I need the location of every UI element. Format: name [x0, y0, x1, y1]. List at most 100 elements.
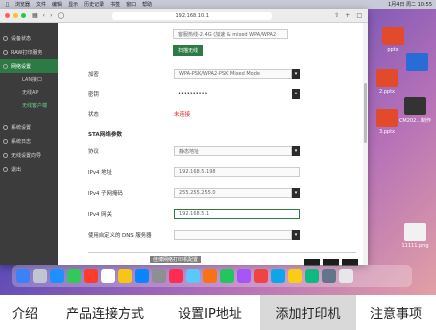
sidebar-item-network-settings[interactable]: 网络设置 [0, 59, 58, 73]
apple-icon[interactable]:  [6, 2, 9, 8]
share-icon[interactable]: ⇧ [334, 12, 339, 19]
close-window-button[interactable] [5, 13, 10, 18]
scrollbar[interactable] [363, 23, 368, 265]
status-label: 状态 [88, 112, 99, 118]
forward-icon[interactable]: › [50, 12, 52, 19]
sta-section-title: STA网络参数 [88, 132, 123, 138]
minimize-window-button[interactable] [13, 13, 18, 18]
subnet-mask-label: IPv4 子网掩码 [88, 191, 123, 197]
tab-connection[interactable]: 产品连接方式 [50, 295, 160, 330]
dns-label: 使用自定义的 DNS 服务器 [88, 233, 152, 239]
pptx-icon [376, 69, 398, 87]
chevron-down-icon[interactable]: ▾ [292, 146, 300, 156]
photos-icon[interactable] [84, 269, 98, 283]
menu-bookmarks[interactable]: 书签 [110, 1, 120, 8]
circle-icon [3, 124, 8, 130]
wechat-icon[interactable] [186, 269, 200, 283]
key-input[interactable]: •••••••••• [174, 89, 292, 99]
menu-browser[interactable]: 浏览器 [15, 1, 30, 8]
ssid-select[interactable]: 客服热线-2.4G (加速 & mixed WPA/WPA2 [173, 29, 288, 39]
show-password-icon[interactable]: • [292, 89, 300, 99]
trash-icon[interactable] [339, 269, 353, 283]
menu-history[interactable]: 历史记录 [84, 1, 104, 8]
music-icon[interactable] [169, 269, 183, 283]
gateway-label: IPv4 网关 [88, 212, 112, 218]
page-content: 设备状态 RAW打印服务 网络设置 LAN接口 无线AP 无线客户端 系统设置 … [0, 23, 368, 266]
sidebar-item-wireless-wizard[interactable]: 无线设置向导 [0, 148, 58, 162]
gateway-input[interactable]: 192.168.5.1 [174, 209, 300, 219]
sidebar-subitem-wireless-ap[interactable]: 无线AP [0, 86, 58, 99]
tab-notes[interactable]: 注意事项 [356, 295, 436, 330]
safari-icon[interactable] [50, 269, 64, 283]
window-controls [5, 13, 26, 18]
pptx-icon [376, 109, 398, 127]
menu-help[interactable]: 帮助 [142, 1, 152, 8]
app-icon[interactable] [288, 269, 302, 283]
circle-icon [3, 152, 8, 158]
shield-icon[interactable]: ◯ [57, 12, 64, 19]
app-icon[interactable] [271, 269, 285, 283]
menu-window[interactable]: 窗口 [126, 1, 136, 8]
sidebar-subitem-wireless-client[interactable]: 无线客户端 [0, 99, 58, 112]
sidebar-item-device-status[interactable]: 设备状态 [0, 31, 58, 45]
key-label: 密钥 [88, 92, 99, 98]
chevron-down-icon[interactable]: ▾ [292, 188, 300, 198]
subnet-mask-input[interactable]: 255.255.255.0 [174, 188, 292, 198]
finder-icon[interactable] [16, 269, 30, 283]
protocol-select[interactable]: 静态地址 [174, 146, 292, 156]
sidebar-toggle-icon[interactable]: ▦ [32, 12, 38, 19]
menu-bar:  浏览器 文件 编辑 显示 历史记录 书签 窗口 帮助 1月4日 周二 10:… [0, 0, 436, 9]
caption-text: 佳博网络打印机配置 [150, 256, 202, 263]
pptx-icon [382, 27, 404, 45]
scrollbar-thumb[interactable] [364, 83, 367, 143]
app-icon[interactable] [322, 269, 336, 283]
messages-icon[interactable] [67, 269, 81, 283]
sidebar-item-logout[interactable]: 退出 [0, 162, 58, 176]
ipv4-address-input[interactable]: 192.168.5.198 [174, 167, 300, 177]
sidebar-subitem-lan[interactable]: LAN接口 [0, 73, 58, 86]
calendar-icon[interactable] [101, 269, 115, 283]
back-icon[interactable]: ‹ [43, 12, 45, 19]
menu-file[interactable]: 文件 [36, 1, 46, 8]
protocol-label: 协议 [88, 149, 99, 155]
desktop-file-icon[interactable]: 11111.png [396, 223, 434, 249]
notes-icon[interactable] [118, 269, 132, 283]
chevron-down-icon[interactable]: ▾ [292, 69, 300, 79]
circle-icon [3, 35, 8, 41]
dns-select[interactable] [174, 230, 292, 240]
desktop-file-icon[interactable]: pptx [374, 27, 412, 53]
dock [12, 265, 412, 287]
encryption-select[interactable]: WPA-PSK/WPA2-PSK Mixed Mode [174, 69, 292, 79]
desktop-file-icon[interactable]: 2.pptx [368, 69, 406, 95]
sidebar-item-system-settings[interactable]: 系统设置 [0, 120, 58, 134]
chevron-down-icon[interactable]: ▾ [292, 230, 300, 240]
sidebar-item-system-log[interactable]: 系统日志 [0, 134, 58, 148]
menu-view[interactable]: 显示 [68, 1, 78, 8]
sidebar: 设备状态 RAW打印服务 网络设置 LAN接口 无线AP 无线客户端 系统设置 … [0, 23, 58, 265]
address-bar[interactable]: 192.168.10.1 [112, 11, 273, 20]
app-icon[interactable] [305, 269, 319, 283]
ipv4-address-label: IPv4 地址 [88, 170, 112, 176]
app-icon[interactable] [254, 269, 268, 283]
app-icon[interactable] [203, 269, 217, 283]
app-icon[interactable] [237, 269, 251, 283]
status-value: 未连接 [174, 112, 191, 118]
desktop-file-icon[interactable]: CM202...制作 [396, 97, 434, 124]
scan-wireless-button[interactable]: 扫描无线 [173, 45, 204, 56]
browser-window: ▦ ‹ › ◯ 192.168.10.1 ⇧ + □ 设备状态 RAW打印服务 … [0, 9, 368, 266]
zoom-window-button[interactable] [21, 13, 26, 18]
browser-toolbar: ▦ ‹ › ◯ 192.168.10.1 ⇧ + □ [0, 9, 368, 23]
sidebar-item-raw-print[interactable]: RAW打印服务 [0, 45, 58, 59]
tab-add-printer[interactable]: 添加打印机 [260, 295, 356, 330]
app-icon[interactable] [220, 269, 234, 283]
app-store-icon[interactable] [135, 269, 149, 283]
add-tab-icon[interactable]: + [345, 12, 350, 19]
launchpad-icon[interactable] [33, 269, 47, 283]
tab-intro[interactable]: 介绍 [0, 295, 50, 330]
system-preferences-icon[interactable] [152, 269, 166, 283]
divider [88, 252, 356, 253]
clock[interactable]: 1月4日 周二 10:55 [388, 1, 432, 8]
tabs-overview-icon[interactable]: □ [356, 12, 362, 19]
menu-edit[interactable]: 编辑 [52, 1, 62, 8]
tab-set-ip[interactable]: 设置IP地址 [160, 295, 260, 330]
